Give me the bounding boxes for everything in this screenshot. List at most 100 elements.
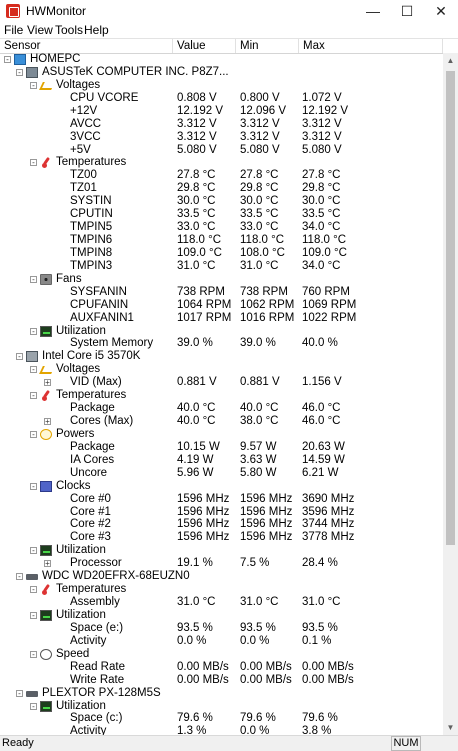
sensor-row[interactable]: Space (e:) 93.5 % 93.5 % 93.5 % — [0, 622, 443, 635]
menu-help[interactable]: Help — [84, 23, 109, 37]
collapse-toggle-icon[interactable]: - — [30, 327, 37, 335]
tree-node-group[interactable]: - Speed — [0, 648, 443, 661]
collapse-toggle-icon[interactable]: - — [30, 159, 37, 167]
menu-file[interactable]: File — [4, 23, 23, 37]
sensor-row[interactable]: AUXFANIN1 1017 RPM 1016 RPM 1022 RPM — [0, 312, 443, 325]
sensor-row[interactable]: + VID (Max) 0.881 V 0.881 V 1.156 V — [0, 376, 443, 389]
tree-node-device[interactable]: - WDC WD20EFRX-68EUZN0 — [0, 570, 443, 583]
sensor-row[interactable]: +12V 12.192 V 12.096 V 12.192 V — [0, 105, 443, 118]
sensor-max: 5.080 V — [302, 143, 342, 156]
sensor-row[interactable]: Write Rate 0.00 MB/s 0.00 MB/s 0.00 MB/s — [0, 674, 443, 687]
collapse-toggle-icon[interactable]: - — [30, 702, 37, 710]
sensor-row[interactable]: TZ01 29.8 °C 29.8 °C 29.8 °C — [0, 182, 443, 195]
collapse-toggle-icon[interactable]: - — [30, 482, 37, 490]
tree-node-device[interactable]: - ASUSTeK COMPUTER INC. P8Z7... — [0, 66, 443, 79]
utilization-icon — [40, 545, 52, 557]
sensor-row[interactable]: System Memory 39.0 % 39.0 % 40.0 % — [0, 337, 443, 350]
vertical-scrollbar[interactable]: ▲ ▼ — [443, 53, 458, 735]
sensor-row[interactable]: SYSTIN 30.0 °C 30.0 °C 30.0 °C — [0, 195, 443, 208]
menu-view[interactable]: View — [27, 23, 53, 37]
tree-node-group[interactable]: - Voltages — [0, 363, 443, 376]
sensor-row[interactable]: Package 10.15 W 9.57 W 20.63 W — [0, 441, 443, 454]
sensor-min: 1016 RPM — [240, 311, 295, 324]
collapse-toggle-icon[interactable]: - — [16, 353, 23, 361]
sensor-row[interactable]: Core #2 1596 MHz 1596 MHz 3744 MHz — [0, 518, 443, 531]
num-lock-indicator: NUM — [391, 736, 421, 751]
expand-toggle-icon[interactable]: + — [44, 560, 51, 568]
collapse-toggle-icon[interactable]: - — [30, 81, 37, 89]
tree-node-group[interactable]: - Utilization — [0, 325, 443, 338]
sensor-row[interactable]: Read Rate 0.00 MB/s 0.00 MB/s 0.00 MB/s — [0, 661, 443, 674]
scrollbar-thumb[interactable] — [446, 71, 455, 545]
column-min[interactable]: Min — [236, 39, 299, 53]
sensor-max: 3.8 % — [302, 725, 332, 735]
close-button[interactable]: ✕ — [424, 0, 458, 22]
sensor-row[interactable]: CPUFANIN 1064 RPM 1062 RPM 1069 RPM — [0, 299, 443, 312]
tree-node-group[interactable]: - Utilization — [0, 544, 443, 557]
tree-node-group[interactable]: - Powers — [0, 428, 443, 441]
sensor-row[interactable]: IA Cores 4.19 W 3.63 W 14.59 W — [0, 454, 443, 467]
expand-toggle-icon[interactable]: + — [44, 418, 51, 426]
tree-node-group[interactable]: - Clocks — [0, 480, 443, 493]
sensor-row[interactable]: Space (c:) 79.6 % 79.6 % 79.6 % — [0, 712, 443, 725]
sensor-row[interactable]: Activity 0.0 % 0.0 % 0.1 % — [0, 635, 443, 648]
sensor-row[interactable]: + Processor 19.1 % 7.5 % 28.4 % — [0, 557, 443, 570]
sensor-row[interactable]: Core #0 1596 MHz 1596 MHz 3690 MHz — [0, 493, 443, 506]
collapse-toggle-icon[interactable]: - — [4, 56, 11, 64]
sensor-row[interactable]: TMPIN6 118.0 °C 118.0 °C 118.0 °C — [0, 234, 443, 247]
scroll-up-arrow-icon[interactable]: ▲ — [443, 53, 458, 68]
expand-toggle-icon[interactable]: + — [44, 379, 51, 387]
sensor-label: +12V — [70, 104, 98, 117]
sensor-row[interactable]: Uncore 5.96 W 5.80 W 6.21 W — [0, 467, 443, 480]
tree-node-group[interactable]: - Temperatures — [0, 583, 443, 596]
sensor-row[interactable]: Core #1 1596 MHz 1596 MHz 3596 MHz — [0, 506, 443, 519]
sensor-row[interactable]: Core #3 1596 MHz 1596 MHz 3778 MHz — [0, 531, 443, 544]
sensor-row[interactable]: CPUTIN 33.5 °C 33.5 °C 33.5 °C — [0, 208, 443, 221]
tree-node-group[interactable]: - Voltages — [0, 79, 443, 92]
tree-node-root[interactable]: - HOMEPC — [0, 53, 443, 66]
collapse-toggle-icon[interactable]: - — [16, 68, 23, 76]
sensor-row[interactable]: AVCC 3.312 V 3.312 V 3.312 V — [0, 118, 443, 131]
sensor-value: 29.8 °C — [177, 182, 216, 195]
sensor-value: 0.00 MB/s — [177, 673, 229, 686]
tree-node-group[interactable]: - Temperatures — [0, 156, 443, 169]
tree-node-device[interactable]: - Intel Core i5 3570K — [0, 350, 443, 363]
menu-tools[interactable]: Tools — [55, 23, 83, 37]
collapse-toggle-icon[interactable]: - — [30, 275, 37, 283]
column-max[interactable]: Max — [299, 39, 443, 53]
collapse-toggle-icon[interactable]: - — [30, 366, 37, 374]
collapse-toggle-icon[interactable]: - — [30, 650, 37, 658]
sensor-row[interactable]: + Cores (Max) 40.0 °C 38.0 °C 46.0 °C — [0, 415, 443, 428]
minimize-button[interactable]: — — [356, 0, 390, 22]
collapse-toggle-icon[interactable]: - — [16, 689, 23, 697]
collapse-toggle-icon[interactable]: - — [16, 573, 23, 581]
sensor-row[interactable]: Package 40.0 °C 40.0 °C 46.0 °C — [0, 402, 443, 415]
collapse-toggle-icon[interactable]: - — [30, 547, 37, 555]
sensor-row[interactable]: 3VCC 3.312 V 3.312 V 3.312 V — [0, 131, 443, 144]
collapse-toggle-icon[interactable]: - — [30, 430, 37, 438]
sensor-max: 30.0 °C — [302, 195, 341, 208]
collapse-toggle-icon[interactable]: - — [30, 586, 37, 594]
sensor-label: Space (e:) — [70, 621, 124, 634]
collapse-toggle-icon[interactable]: - — [30, 392, 37, 400]
sensor-row[interactable]: TMPIN3 31.0 °C 31.0 °C 34.0 °C — [0, 260, 443, 273]
sensor-row[interactable]: CPU VCORE 0.808 V 0.800 V 1.072 V — [0, 92, 443, 105]
tree-node-group[interactable]: - Fans — [0, 273, 443, 286]
scroll-down-arrow-icon[interactable]: ▼ — [443, 720, 458, 735]
sensor-row[interactable]: SYSFANIN 738 RPM 738 RPM 760 RPM — [0, 286, 443, 299]
column-sensor[interactable]: Sensor — [0, 39, 173, 53]
tree-node-group[interactable]: - Temperatures — [0, 389, 443, 402]
sensor-tree[interactable]: - HOMEPC - ASUSTeK COMPUTER INC. P8Z7... - Vo… — [0, 53, 443, 735]
sensor-row[interactable]: TMPIN5 33.0 °C 33.0 °C 34.0 °C — [0, 221, 443, 234]
sensor-row[interactable]: TZ00 27.8 °C 27.8 °C 27.8 °C — [0, 169, 443, 182]
tree-node-group[interactable]: - Utilization — [0, 700, 443, 713]
collapse-toggle-icon[interactable]: - — [30, 611, 37, 619]
maximize-button[interactable]: ☐ — [390, 0, 424, 22]
sensor-row[interactable]: Activity 1.3 % 0.0 % 3.8 % — [0, 725, 443, 735]
tree-node-device[interactable]: - PLEXTOR PX-128M5S — [0, 687, 443, 700]
sensor-row[interactable]: +5V 5.080 V 5.080 V 5.080 V — [0, 144, 443, 157]
tree-node-group[interactable]: - Utilization — [0, 609, 443, 622]
sensor-row[interactable]: Assembly 31.0 °C 31.0 °C 31.0 °C — [0, 596, 443, 609]
sensor-row[interactable]: TMPIN8 109.0 °C 108.0 °C 109.0 °C — [0, 247, 443, 260]
column-value[interactable]: Value — [173, 39, 236, 53]
